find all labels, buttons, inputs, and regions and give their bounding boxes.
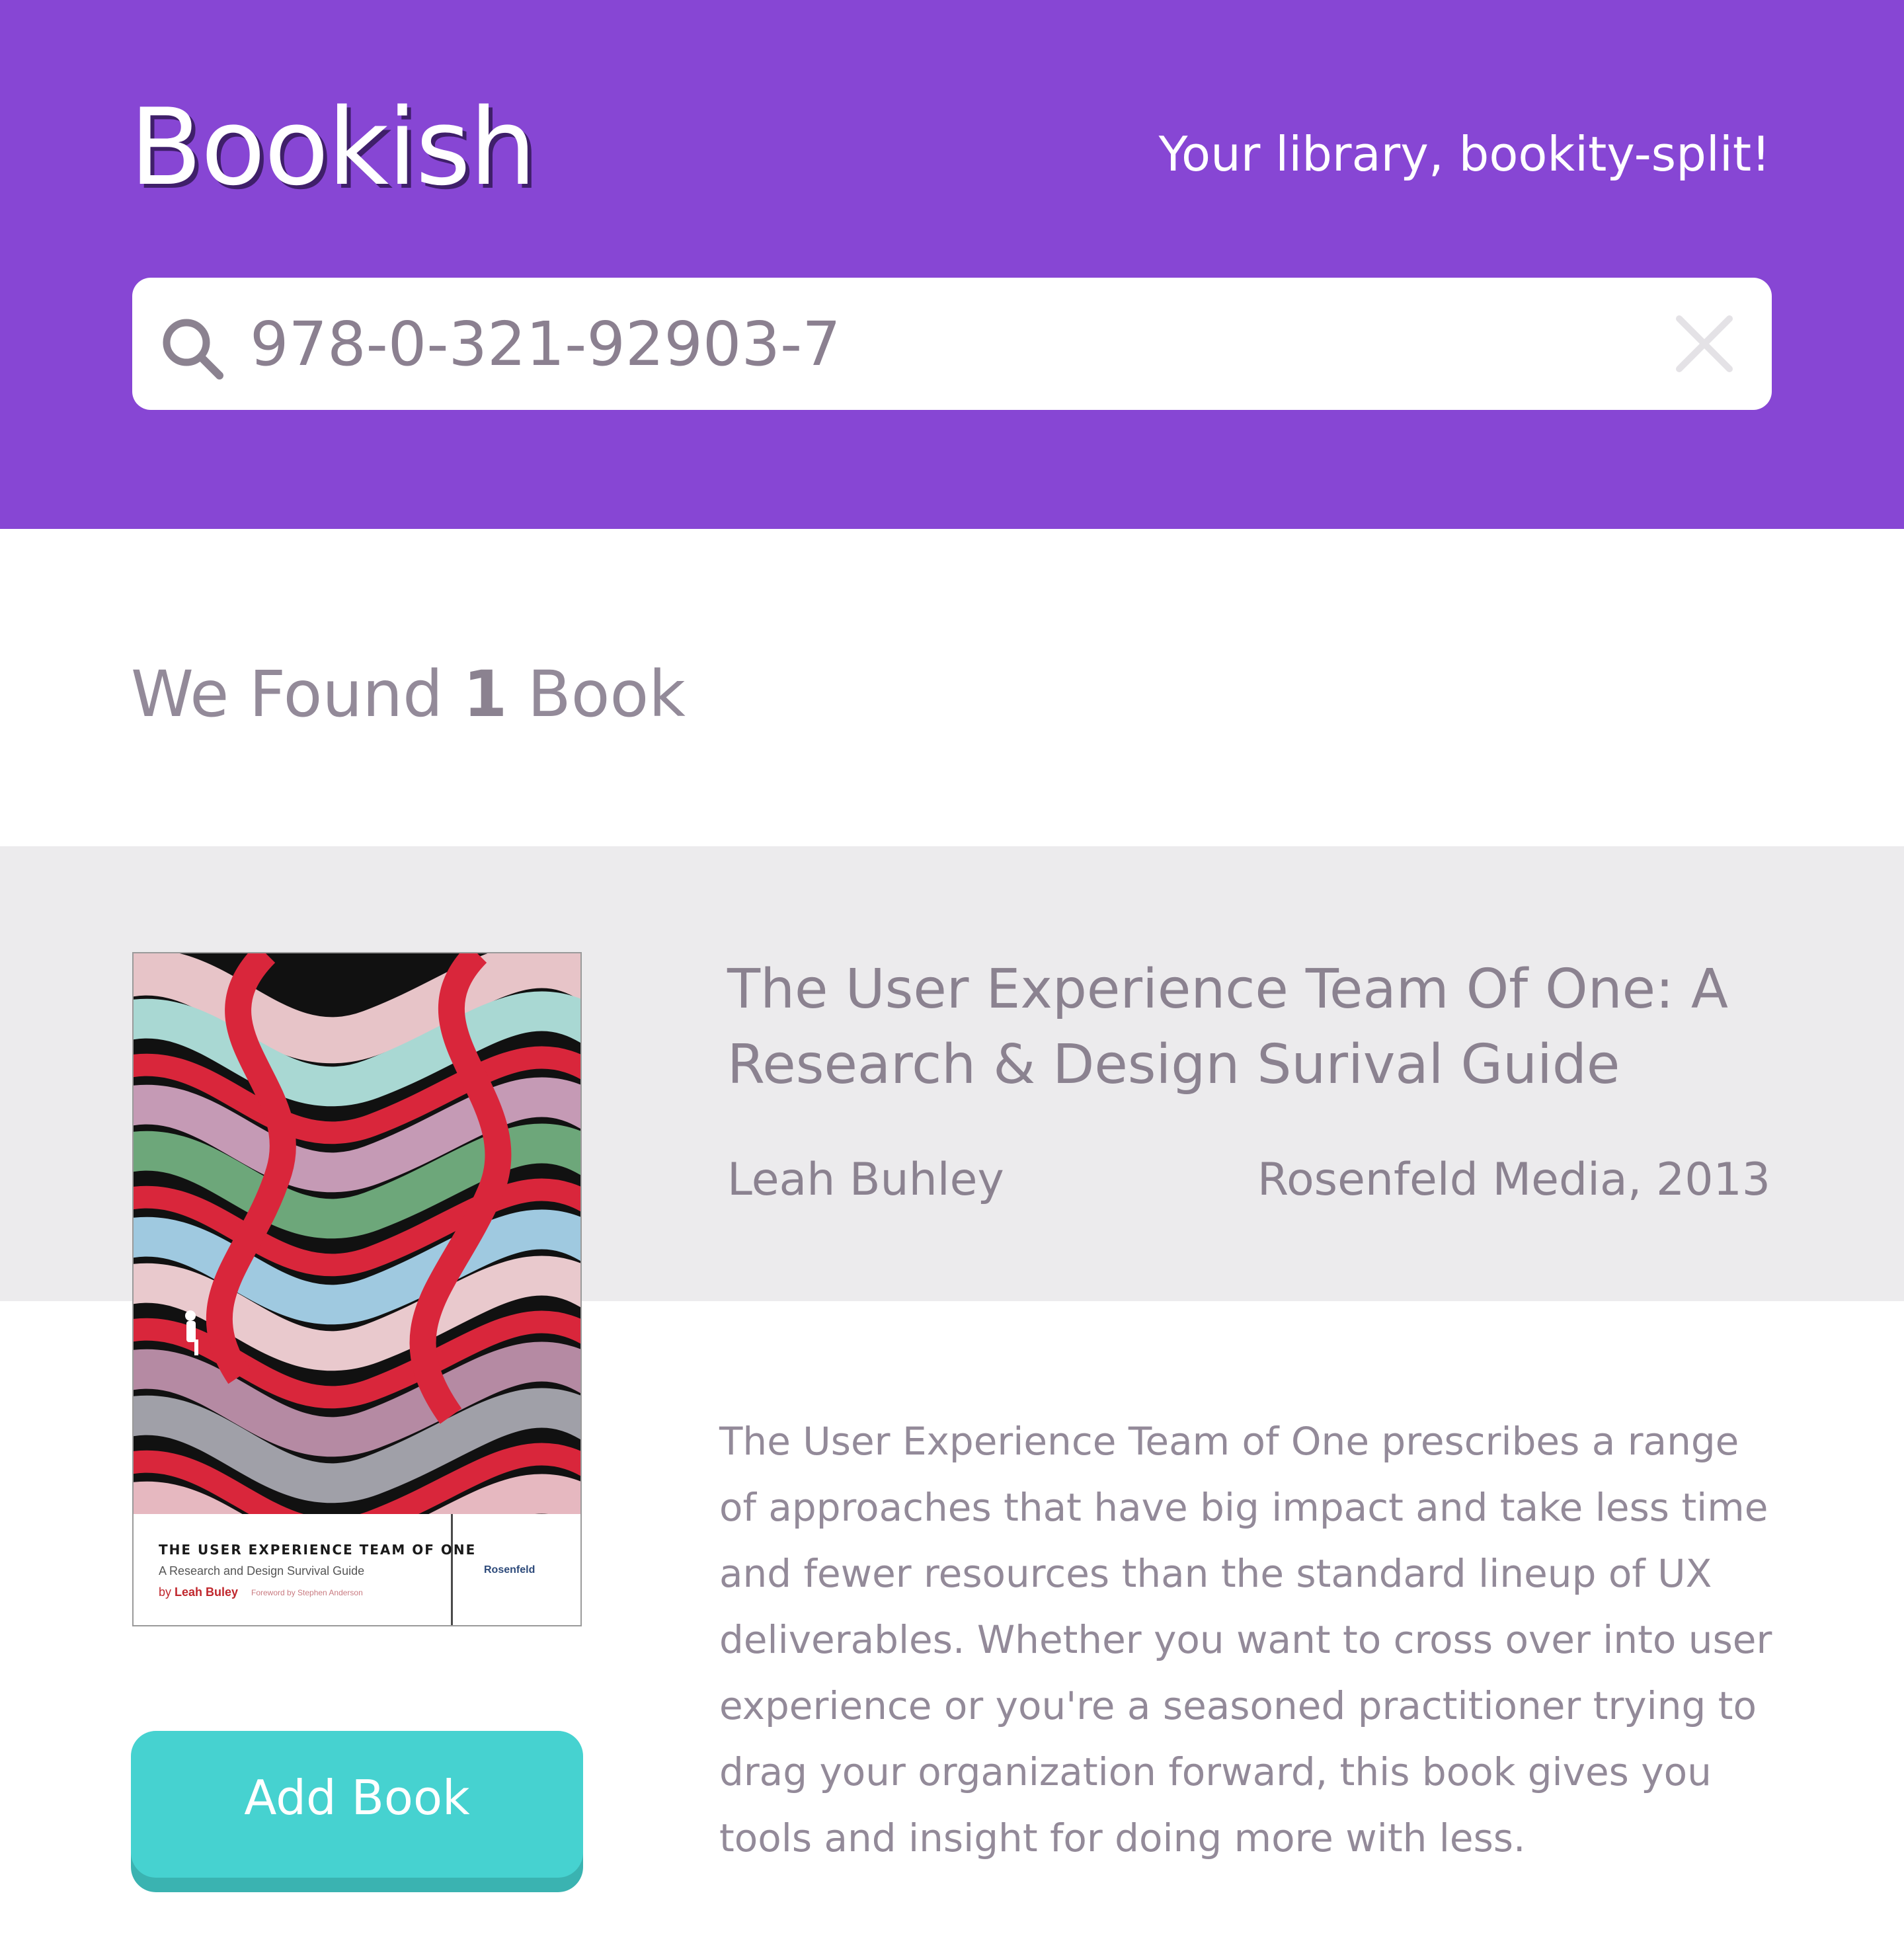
results-suffix: Book <box>527 657 686 731</box>
app-header: Bookish Your library, bookity-split! <box>0 0 1904 529</box>
results-prefix: We Found <box>131 657 444 731</box>
close-icon[interactable] <box>1673 312 1736 376</box>
cover-footer: THE USER EXPERIENCE TEAM OF ONE A Resear… <box>134 1514 580 1625</box>
cover-author-name: Leah Buley <box>175 1585 239 1599</box>
cover-author-prefix: by <box>159 1585 172 1599</box>
cover-author: by Leah Buley <box>159 1585 238 1599</box>
results-heading: We Found 1 Book <box>131 651 686 737</box>
add-book-button[interactable]: Add Book <box>131 1731 583 1878</box>
search-input[interactable] <box>250 304 1605 383</box>
book-title: The User Experience Team Of One: A Resea… <box>727 958 1728 1096</box>
cover-artwork <box>134 953 580 1514</box>
search-icon <box>163 319 223 379</box>
search-bar <box>132 278 1772 410</box>
results-count: 1 <box>463 657 508 731</box>
book-description: The User Experience Team of One prescrib… <box>719 1419 1772 1860</box>
cover-publisher-logo: Rosenfeld <box>484 1564 536 1576</box>
app-tagline: Your library, bookity-split! <box>1158 126 1770 182</box>
cover-divider <box>451 1514 453 1625</box>
book-publisher: Rosenfeld Media, 2013 <box>1257 1154 1770 1206</box>
book-cover[interactable]: THE USER EXPERIENCE TEAM OF ONE A Resear… <box>132 952 582 1626</box>
cover-subtitle: A Research and Design Survival Guide <box>159 1564 365 1578</box>
cover-foreword: Foreword by Stephen Anderson <box>251 1588 363 1597</box>
book-author: Leah Buhley <box>727 1154 1004 1206</box>
app-logo: Bookish <box>130 85 536 209</box>
cover-title: THE USER EXPERIENCE TEAM OF ONE <box>159 1542 477 1558</box>
